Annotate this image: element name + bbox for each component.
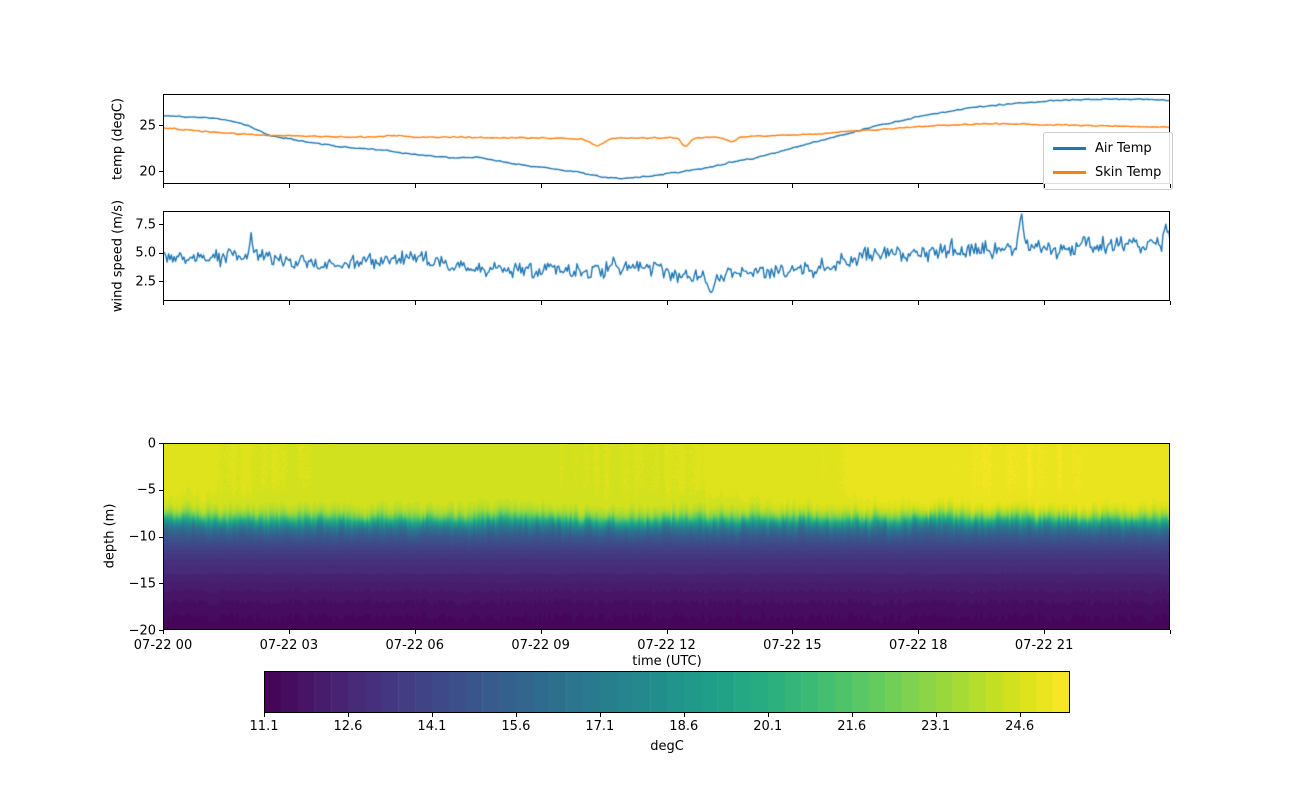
wind-y-tick bbox=[159, 253, 163, 254]
x-tick bbox=[667, 301, 668, 305]
x-tick bbox=[918, 184, 919, 188]
depth-y-tick-label: −5 bbox=[137, 483, 156, 498]
x-tick bbox=[667, 184, 668, 188]
colorbar-tick bbox=[600, 713, 601, 717]
x-tick bbox=[1170, 630, 1171, 634]
colorbar-tick bbox=[684, 713, 685, 717]
temp-y-tick-label: 25 bbox=[139, 118, 156, 133]
x-tick bbox=[1170, 301, 1171, 305]
x-tick bbox=[163, 301, 164, 305]
depth-y-tick bbox=[159, 443, 163, 444]
legend-item-skin: Skin Temp bbox=[1053, 165, 1161, 180]
x-tick bbox=[541, 630, 542, 634]
depth-y-tick-label: −10 bbox=[129, 530, 156, 545]
colorbar-tick-label: 23.1 bbox=[921, 719, 950, 734]
time-x-tick-label: 07-22 12 bbox=[637, 638, 695, 653]
legend-label-skin: Skin Temp bbox=[1095, 165, 1161, 180]
x-tick bbox=[289, 630, 290, 634]
time-x-tick-label: 07-22 06 bbox=[386, 638, 444, 653]
colorbar-tick bbox=[936, 713, 937, 717]
colorbar-tick bbox=[264, 713, 265, 717]
depth-heatmap-canvas bbox=[163, 443, 1170, 630]
colorbar-tick bbox=[768, 713, 769, 717]
x-tick bbox=[289, 301, 290, 305]
wind-y-tick bbox=[159, 281, 163, 282]
air-temp-line-swatch bbox=[1053, 147, 1086, 150]
wind-y-tick-label: 2.5 bbox=[135, 274, 156, 289]
x-tick bbox=[667, 630, 668, 634]
colorbar-tick-label: 11.1 bbox=[250, 719, 279, 734]
x-tick bbox=[792, 184, 793, 188]
legend: Air Temp Skin Temp bbox=[1043, 132, 1173, 190]
depth-y-tick-label: −20 bbox=[129, 623, 156, 638]
x-tick bbox=[541, 184, 542, 188]
x-tick bbox=[1044, 301, 1045, 305]
time-x-tick-label: 07-22 09 bbox=[511, 638, 569, 653]
time-x-tick-label: 07-22 03 bbox=[260, 638, 318, 653]
colorbar-label: degC bbox=[650, 739, 684, 754]
temp-y-tick bbox=[159, 171, 163, 172]
depth-y-tick bbox=[159, 583, 163, 584]
wind-y-tick-label: 5.0 bbox=[135, 246, 156, 261]
x-tick bbox=[1044, 184, 1045, 188]
figure: temp (degC) Air Temp Skin Temp wind spee… bbox=[0, 0, 1300, 800]
wind-y-tick-label: 7.5 bbox=[135, 217, 156, 232]
colorbar-tick-label: 21.6 bbox=[837, 719, 866, 734]
x-tick bbox=[541, 301, 542, 305]
x-tick bbox=[415, 184, 416, 188]
time-xlabel: time (UTC) bbox=[632, 654, 701, 669]
depth-y-tick-label: 0 bbox=[148, 436, 156, 451]
colorbar-canvas bbox=[264, 671, 1070, 713]
colorbar-tick bbox=[852, 713, 853, 717]
depth-y-tick bbox=[159, 537, 163, 538]
x-tick bbox=[163, 630, 164, 634]
colorbar-tick bbox=[1020, 713, 1021, 717]
x-tick bbox=[415, 301, 416, 305]
x-tick bbox=[1044, 630, 1045, 634]
time-x-tick-label: 07-22 00 bbox=[134, 638, 192, 653]
colorbar-tick-label: 20.1 bbox=[753, 719, 782, 734]
time-x-tick-label: 07-22 21 bbox=[1015, 638, 1073, 653]
time-x-tick-label: 07-22 18 bbox=[889, 638, 947, 653]
x-tick bbox=[792, 630, 793, 634]
x-tick bbox=[1170, 184, 1171, 188]
depth-y-tick bbox=[159, 490, 163, 491]
wind-ylabel: wind speed (m/s) bbox=[111, 200, 126, 312]
colorbar-tick bbox=[348, 713, 349, 717]
legend-item-air: Air Temp bbox=[1053, 141, 1161, 156]
x-tick bbox=[415, 630, 416, 634]
temp-ylabel: temp (degC) bbox=[111, 98, 126, 180]
colorbar-tick bbox=[432, 713, 433, 717]
colorbar-tick-label: 24.6 bbox=[1005, 719, 1034, 734]
colorbar-tick bbox=[516, 713, 517, 717]
colorbar-tick-label: 12.6 bbox=[333, 719, 362, 734]
depth-ylabel: depth (m) bbox=[103, 504, 118, 569]
x-tick bbox=[289, 184, 290, 188]
depth-y-tick-label: −15 bbox=[129, 576, 156, 591]
temp-y-tick bbox=[159, 125, 163, 126]
temp-y-tick-label: 20 bbox=[139, 164, 156, 179]
wind-plot-canvas bbox=[163, 211, 1170, 301]
x-tick bbox=[792, 301, 793, 305]
time-x-tick-label: 07-22 15 bbox=[763, 638, 821, 653]
x-tick bbox=[918, 630, 919, 634]
x-tick bbox=[163, 184, 164, 188]
colorbar-tick-label: 15.6 bbox=[501, 719, 530, 734]
colorbar-tick-label: 17.1 bbox=[585, 719, 614, 734]
colorbar-tick-label: 14.1 bbox=[417, 719, 446, 734]
skin-temp-line-swatch bbox=[1053, 171, 1086, 174]
wind-y-tick bbox=[159, 224, 163, 225]
colorbar-tick-label: 18.6 bbox=[669, 719, 698, 734]
legend-label-air: Air Temp bbox=[1095, 141, 1152, 156]
x-tick bbox=[918, 301, 919, 305]
temp-plot-canvas bbox=[163, 94, 1170, 184]
